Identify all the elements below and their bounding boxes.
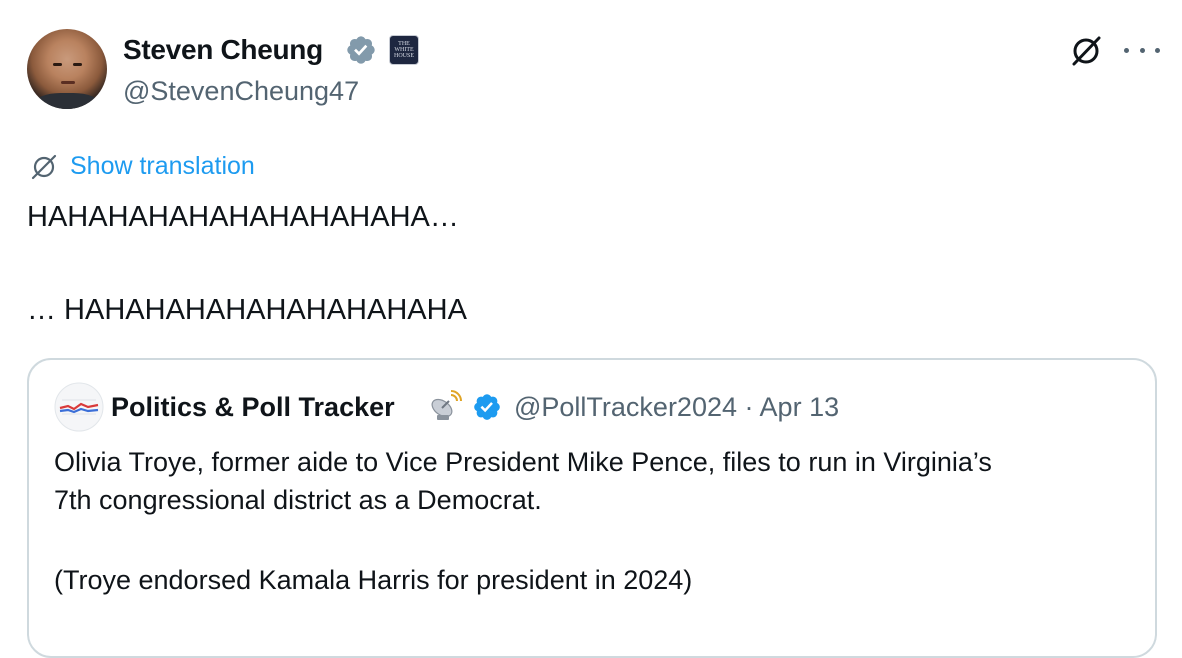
author-name[interactable]: Steven Cheung [123, 32, 323, 68]
verified-badge-icon[interactable] [345, 34, 377, 66]
avatar-mouth [61, 81, 75, 84]
quoted-text-line: Olivia Troye, former aide to Vice Presid… [54, 447, 992, 477]
more-dot [1139, 47, 1145, 53]
white-house-badge-text: THE WHITE HOUSE [393, 41, 414, 59]
tweet-text-line: HAHAHAHAHAHAHAHAHAHA… [27, 201, 459, 233]
separator-dot: · [744, 392, 754, 422]
quoted-text-line: 7th congressional district as a Democrat… [54, 485, 542, 515]
translate-icon[interactable] [29, 152, 59, 182]
more-dot [1155, 47, 1160, 53]
quoted-author-handle-and-date[interactable]: @PollTracker2024 · Apr 13 [514, 389, 839, 425]
white-house-badge-icon[interactable]: THE WHITE HOUSE [389, 35, 419, 65]
more-options-button[interactable] [1124, 38, 1160, 62]
quoted-author-handle[interactable]: @PollTracker2024 [514, 392, 737, 422]
avatar-eye-left [53, 63, 62, 66]
quoted-author-avatar[interactable] [54, 382, 104, 432]
quoted-author-name[interactable]: Politics & Poll Tracker [111, 389, 395, 425]
quoted-tweet-date[interactable]: Apr 13 [760, 392, 840, 422]
quoted-text-line: (Troye endorsed Kamala Harris for presid… [54, 565, 693, 595]
show-translation-link[interactable]: Show translation [70, 150, 255, 182]
avatar-shirt [35, 93, 99, 109]
avatar-eye-right [73, 63, 82, 66]
tweet-text-line: … HAHAHAHAHAHAHAHAHAHA [27, 294, 467, 326]
quoted-verified-badge-icon[interactable] [472, 392, 502, 422]
author-handle[interactable]: @StevenCheung47 [123, 73, 359, 109]
grok-icon[interactable] [1066, 31, 1106, 71]
author-avatar[interactable] [27, 29, 107, 109]
satellite-antenna-icon [431, 390, 462, 420]
more-dot [1124, 47, 1129, 53]
